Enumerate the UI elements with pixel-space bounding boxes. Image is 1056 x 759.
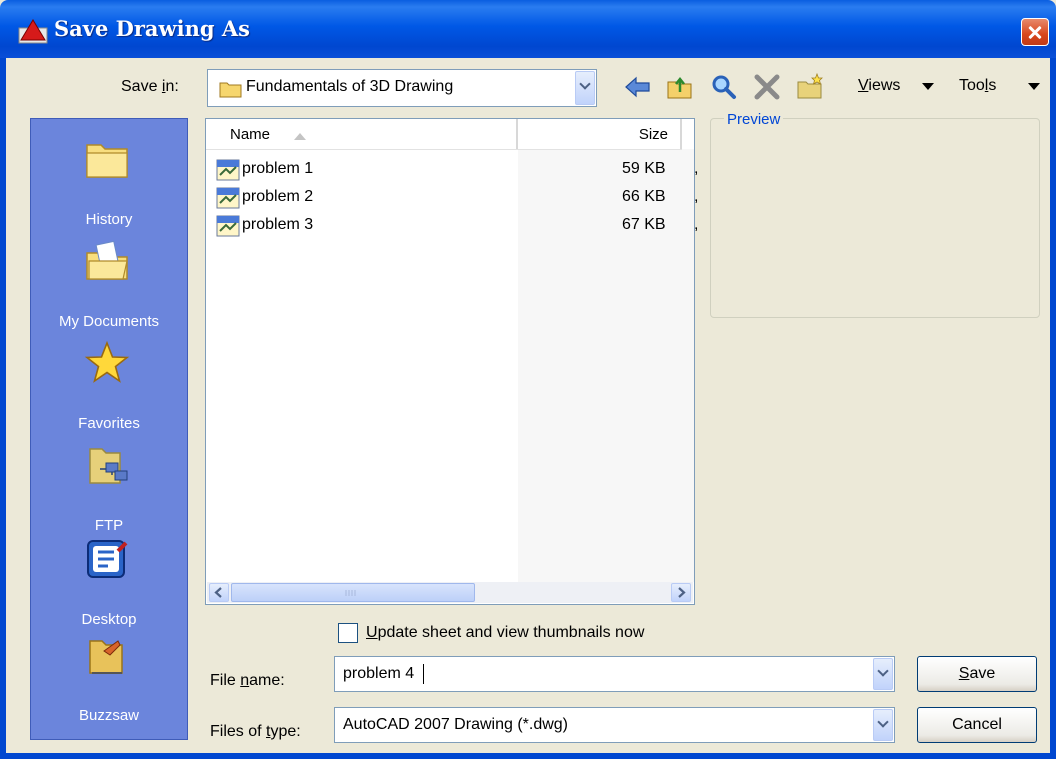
title-bar: Save Drawing As bbox=[0, 0, 1056, 58]
file-size: 67 KB bbox=[622, 216, 666, 233]
place-my-documents[interactable]: My Documents bbox=[31, 233, 187, 333]
ftp-icon bbox=[89, 448, 128, 484]
file-name-value: problem 4 bbox=[343, 665, 415, 682]
grip-icon bbox=[345, 590, 356, 596]
window-frame-right bbox=[1050, 58, 1056, 759]
text-cursor bbox=[423, 664, 424, 684]
column-header-size[interactable]: Size bbox=[518, 119, 680, 150]
horizontal-scrollbar[interactable] bbox=[207, 582, 693, 603]
file-name: problem 2 bbox=[242, 188, 314, 205]
chevron-down-icon[interactable] bbox=[873, 709, 893, 741]
place-desktop[interactable]: Desktop bbox=[31, 531, 187, 631]
window-frame-bottom bbox=[0, 753, 1056, 759]
search-web-icon[interactable] bbox=[711, 74, 737, 100]
close-button[interactable] bbox=[1021, 18, 1049, 46]
scroll-thumb[interactable] bbox=[231, 583, 475, 602]
scroll-right-button[interactable] bbox=[671, 583, 691, 602]
create-folder-icon[interactable] bbox=[795, 72, 825, 100]
update-thumbnails-label[interactable]: Update sheet and view thumbnails now bbox=[366, 624, 644, 642]
file-extra: , bbox=[694, 188, 699, 205]
save-button[interactable]: Save bbox=[917, 656, 1037, 692]
my-documents-icon bbox=[86, 240, 128, 280]
place-history[interactable]: History bbox=[31, 131, 187, 231]
chevron-down-icon[interactable] bbox=[575, 71, 595, 105]
file-type-label: Files of type: bbox=[210, 723, 301, 740]
file-size: 66 KB bbox=[622, 188, 666, 205]
save-in-value: Fundamentals of 3D Drawing bbox=[246, 78, 454, 95]
file-name-input[interactable]: problem 4 bbox=[334, 656, 895, 692]
save-in-dropdown[interactable]: Fundamentals of 3D Drawing bbox=[207, 69, 597, 107]
file-type-value: AutoCAD 2007 Drawing (*.dwg) bbox=[343, 716, 568, 733]
file-name: problem 1 bbox=[242, 160, 314, 177]
column-divider[interactable] bbox=[680, 119, 682, 150]
window-frame-left bbox=[0, 58, 6, 759]
file-extra: , bbox=[694, 216, 699, 233]
views-dropdown-arrow-icon[interactable] bbox=[922, 83, 934, 91]
update-thumbnails-checkbox[interactable] bbox=[338, 623, 358, 643]
column-header-name[interactable]: Name bbox=[206, 119, 516, 150]
file-row[interactable]: problem 1 59 KB , bbox=[214, 157, 698, 183]
history-folder-icon bbox=[86, 144, 128, 178]
file-size: 59 KB bbox=[622, 160, 666, 177]
save-in-label: Save in: bbox=[121, 78, 179, 95]
chevron-left-icon bbox=[214, 587, 222, 598]
sort-ascending-icon bbox=[294, 133, 306, 140]
chevron-down-icon[interactable] bbox=[873, 658, 893, 690]
preview-label: Preview bbox=[724, 111, 784, 128]
file-extra: , bbox=[694, 160, 699, 177]
place-favorites[interactable]: Favorites bbox=[31, 335, 187, 435]
scroll-left-button[interactable] bbox=[209, 583, 229, 602]
places-bar: History My Documents Favorites FTP Deskt… bbox=[30, 118, 188, 740]
desktop-icon bbox=[87, 540, 128, 578]
place-ftp[interactable]: FTP bbox=[31, 437, 187, 537]
tools-dropdown-arrow-icon[interactable] bbox=[1028, 83, 1040, 91]
file-type-dropdown[interactable]: AutoCAD 2007 Drawing (*.dwg) bbox=[334, 707, 895, 743]
buzzsaw-icon bbox=[89, 640, 123, 674]
preview-panel bbox=[710, 118, 1040, 318]
dwg-file-icon bbox=[216, 215, 240, 237]
place-buzzsaw[interactable]: Buzzsaw bbox=[31, 627, 187, 727]
tools-menu[interactable]: Tools bbox=[959, 77, 996, 95]
back-icon[interactable] bbox=[624, 76, 652, 98]
favorites-star-icon bbox=[84, 341, 130, 383]
dwg-file-icon bbox=[216, 187, 240, 209]
dwg-file-icon bbox=[216, 159, 240, 181]
file-row[interactable]: problem 2 66 KB , bbox=[214, 185, 698, 211]
cancel-button[interactable]: Cancel bbox=[917, 707, 1037, 743]
file-name-label: File name: bbox=[210, 672, 285, 689]
file-name: problem 3 bbox=[242, 216, 314, 233]
chevron-right-icon bbox=[678, 587, 686, 598]
folder-icon bbox=[219, 82, 242, 98]
file-list[interactable]: Name Size problem 1 59 KB , problem 2 66… bbox=[205, 118, 698, 605]
views-menu[interactable]: Views bbox=[858, 77, 900, 95]
window-title: Save Drawing As bbox=[54, 16, 250, 41]
up-folder-icon[interactable] bbox=[666, 74, 694, 100]
autocad-app-icon bbox=[18, 19, 48, 44]
delete-icon[interactable] bbox=[753, 74, 781, 100]
file-row[interactable]: problem 3 67 KB , bbox=[214, 213, 698, 239]
